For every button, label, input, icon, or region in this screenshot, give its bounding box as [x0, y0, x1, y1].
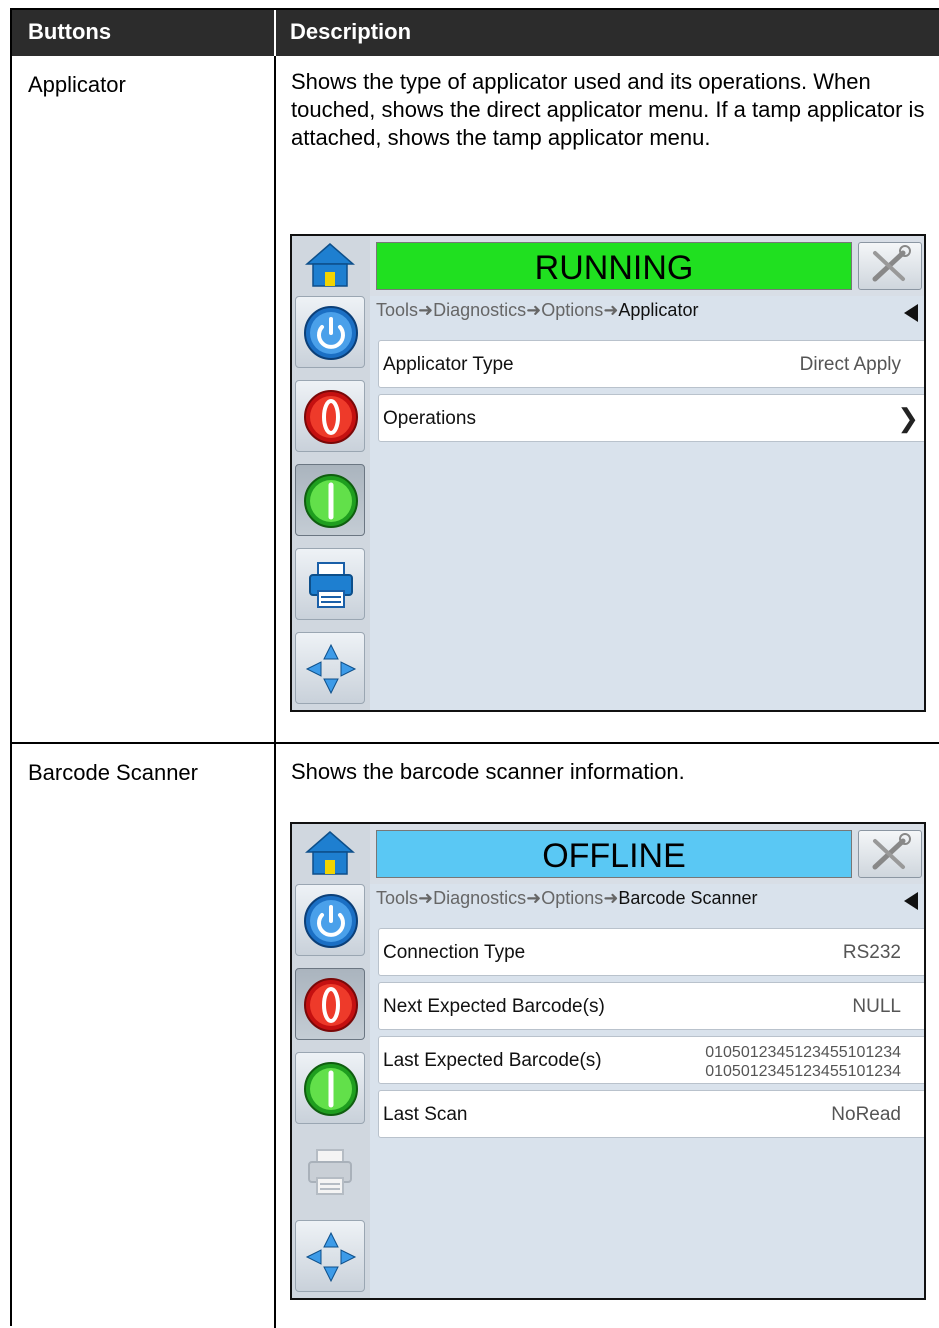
- column-divider: [274, 56, 276, 1328]
- navigation-arrows-icon: [305, 643, 357, 695]
- row-divider: [12, 742, 939, 744]
- list-item-last-scan[interactable]: Last Scan NoRead: [378, 1090, 924, 1138]
- start-icon: [304, 474, 358, 528]
- barcode-value-line: 0105012345123455101234: [705, 1063, 901, 1080]
- item-label: Operations: [383, 408, 476, 429]
- breadcrumb-current: Applicator: [618, 300, 699, 320]
- start-button[interactable]: [295, 464, 365, 536]
- printer-icon: [309, 562, 353, 608]
- tools-button[interactable]: [858, 242, 922, 290]
- list-item-operations[interactable]: Operations ❯: [378, 394, 924, 442]
- list-item-connection-type[interactable]: Connection Type RS232: [378, 928, 924, 976]
- stop-button[interactable]: [295, 380, 365, 452]
- home-button[interactable]: [295, 238, 365, 292]
- tools-button[interactable]: [858, 830, 922, 878]
- stop-button[interactable]: [295, 968, 365, 1040]
- shutdown-button[interactable]: [295, 884, 365, 956]
- breadcrumb-current: Barcode Scanner: [618, 888, 758, 908]
- breadcrumb-item[interactable]: Diagnostics: [433, 888, 526, 908]
- hmi-screen-barcode-scanner: OFFLINE Tools➜Diagnostics➜Options➜Barcod…: [290, 822, 926, 1300]
- status-bar[interactable]: RUNNING: [376, 242, 852, 290]
- row-description-applicator: Shows the type of applicator used and it…: [291, 69, 925, 150]
- barcode-value-line: 0105012345123455101234: [705, 1044, 901, 1061]
- list-item-next-expected-barcodes[interactable]: Next Expected Barcode(s) NULL: [378, 982, 924, 1030]
- home-icon: [304, 831, 356, 875]
- item-value: NoRead: [831, 1104, 901, 1125]
- tools-icon: [872, 245, 911, 282]
- breadcrumb-item[interactable]: Tools: [376, 888, 418, 908]
- hmi-screen-applicator: RUNNING Tools➜Diagnostics➜Options➜Applic…: [290, 234, 926, 712]
- shutdown-button[interactable]: [295, 296, 365, 368]
- breadcrumb-item[interactable]: Diagnostics: [433, 300, 526, 320]
- breadcrumb: Tools➜Diagnostics➜Options➜Applicator: [376, 300, 699, 320]
- row-name-applicator: Applicator: [28, 72, 126, 97]
- print-button[interactable]: [295, 548, 365, 620]
- item-value: RS232: [842, 942, 901, 963]
- back-arrow-icon[interactable]: [904, 304, 918, 322]
- shutdown-icon: [304, 894, 358, 948]
- item-label: Connection Type: [383, 942, 526, 963]
- home-icon: [304, 243, 356, 287]
- list-item-applicator-type[interactable]: Applicator Type Direct Apply: [378, 340, 924, 388]
- navigation-arrows-icon: [305, 1231, 357, 1283]
- header-buttons: Buttons: [12, 10, 276, 56]
- item-label: Last Scan: [383, 1104, 468, 1125]
- item-value: 0105012345123455101234 01050123451234551…: [705, 1043, 901, 1081]
- navigation-button[interactable]: [295, 632, 365, 704]
- item-label: Next Expected Barcode(s): [383, 996, 605, 1017]
- header-description: Description: [276, 10, 939, 56]
- document-table: Buttons Description Applicator Shows the…: [10, 8, 939, 1328]
- breadcrumb-item[interactable]: Tools: [376, 300, 418, 320]
- start-button[interactable]: [295, 1052, 365, 1124]
- chevron-right-icon: ❯: [897, 403, 919, 433]
- stop-icon: [304, 390, 358, 444]
- status-bar[interactable]: OFFLINE: [376, 830, 852, 878]
- shutdown-icon: [304, 306, 358, 360]
- row-name-barcode-scanner: Barcode Scanner: [28, 760, 198, 785]
- back-arrow-icon[interactable]: [904, 892, 918, 910]
- list-item-last-expected-barcodes[interactable]: Last Expected Barcode(s) 010501234512345…: [378, 1036, 924, 1084]
- start-icon: [304, 1062, 358, 1116]
- item-label: Last Expected Barcode(s): [383, 1050, 602, 1071]
- printer-icon: [308, 1149, 352, 1195]
- row-description-barcode-scanner: Shows the barcode scanner information.: [291, 759, 685, 784]
- print-button-disabled: [295, 1136, 365, 1208]
- item-value: Direct Apply: [799, 354, 901, 375]
- tools-icon: [872, 833, 911, 870]
- breadcrumb: Tools➜Diagnostics➜Options➜Barcode Scanne…: [376, 888, 758, 908]
- breadcrumb-item[interactable]: Options: [541, 888, 603, 908]
- breadcrumb-item[interactable]: Options: [541, 300, 603, 320]
- home-button[interactable]: [295, 826, 365, 880]
- navigation-button[interactable]: [295, 1220, 365, 1292]
- item-label: Applicator Type: [383, 354, 514, 375]
- item-value: NULL: [852, 996, 901, 1017]
- stop-icon: [304, 978, 358, 1032]
